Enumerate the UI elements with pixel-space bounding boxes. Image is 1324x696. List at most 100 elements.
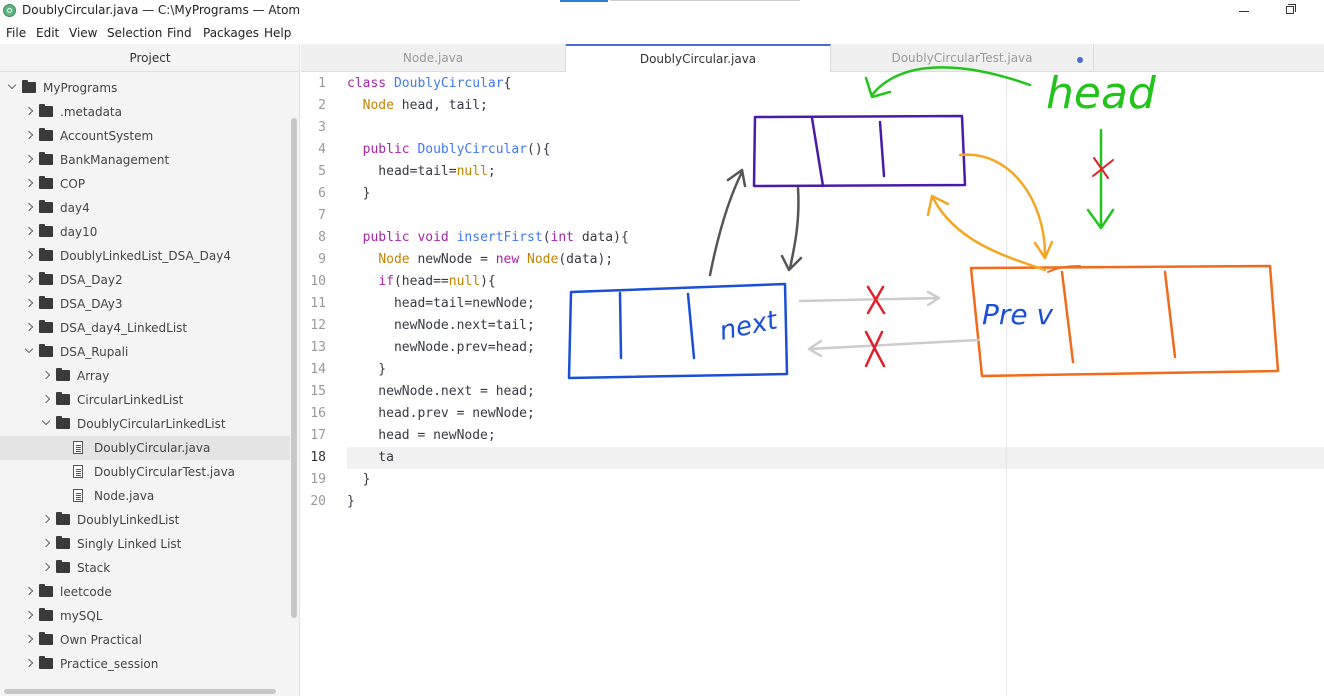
tree-folder-item[interactable]: DSA_day4_LinkedList (0, 316, 290, 340)
tree-folder-item[interactable]: day10 (0, 220, 290, 244)
code-editor[interactable]: 1 2 3 4 5 6 7 8 9 10 11 12 13 14 15 16 17 18 19 20 class Do… (301, 72, 1324, 696)
chevron-down-icon[interactable] (41, 416, 51, 426)
atom-logo-icon (3, 4, 16, 17)
code-line[interactable]: newNode.prev=head; (347, 337, 535, 359)
code-line[interactable]: head.prev = newNode; (347, 403, 535, 425)
tree-folder-item[interactable]: Practice_session (0, 652, 290, 676)
tree-folder-item[interactable]: MyPrograms (0, 76, 290, 100)
chevron-right-icon[interactable] (24, 298, 34, 308)
code-line[interactable]: head = newNode; (347, 425, 495, 447)
code-line[interactable]: newNode.next=tail; (347, 315, 535, 337)
chevron-right-icon[interactable] (24, 226, 34, 236)
minimize-button[interactable] (1229, 2, 1259, 20)
chevron-down-icon[interactable] (7, 80, 17, 90)
line-number: 19 (310, 472, 326, 487)
tree-folder-item[interactable]: mySQL (0, 604, 290, 628)
tree-folder-item[interactable]: DSA_Rupali (0, 340, 290, 364)
code-line[interactable]: if(head==null){ (347, 271, 495, 293)
code-line[interactable]: Node newNode = new Node(data); (347, 249, 613, 271)
code-line[interactable]: class DoublyCircular{ (347, 73, 511, 95)
menu-file[interactable]: File (6, 26, 26, 40)
folder-icon (56, 560, 70, 573)
tree-folder-item[interactable]: Own Practical (0, 628, 290, 652)
file-text-icon (73, 465, 83, 478)
menu-find[interactable]: Find (167, 26, 192, 40)
tab-node-java[interactable]: Node.java (301, 44, 566, 72)
line-number: 2 (318, 98, 326, 113)
code-line[interactable]: } (347, 469, 371, 491)
tree-folder-item[interactable]: leetcode (0, 580, 290, 604)
tree-item-label: Practice_session (60, 657, 159, 671)
tree-folder-item[interactable]: DoublyLinkedList_DSA_Day4 (0, 244, 290, 268)
chevron-right-icon[interactable] (24, 250, 34, 260)
code-line[interactable]: newNode.next = head; (347, 381, 535, 403)
code-line[interactable]: } (347, 359, 386, 381)
tree-folder-item[interactable]: DSA_Day2 (0, 268, 290, 292)
tree-file-item[interactable]: Node.java (0, 484, 290, 508)
chevron-right-icon[interactable] (24, 634, 34, 644)
chevron-right-icon[interactable] (41, 562, 51, 572)
chevron-right-icon[interactable] (24, 610, 34, 620)
tree-folder-item[interactable]: Array (0, 364, 290, 388)
folder-icon (39, 152, 53, 165)
line-number: 4 (318, 142, 326, 157)
tree-folder-item[interactable]: CircularLinkedList (0, 388, 290, 412)
sidebar-horizontal-scrollbar[interactable] (4, 689, 276, 694)
tree-folder-item[interactable]: DoublyCircularLinkedList (0, 412, 290, 436)
folder-icon (39, 632, 53, 645)
chevron-right-icon[interactable] (24, 658, 34, 668)
chevron-right-icon[interactable] (24, 106, 34, 116)
code-line[interactable]: Node head, tail; (347, 95, 488, 117)
tree-folder-item[interactable]: day4 (0, 196, 290, 220)
chevron-right-icon[interactable] (41, 514, 51, 524)
tree-item-label: DoublyLinkedList (77, 513, 180, 527)
tree-folder-item[interactable]: Singly Linked List (0, 532, 290, 556)
chevron-right-icon[interactable] (24, 154, 34, 164)
tree-folder-item[interactable]: AccountSystem (0, 124, 290, 148)
code-line[interactable]: public void insertFirst(int data){ (347, 227, 629, 249)
folder-icon (56, 416, 70, 429)
chevron-right-icon[interactable] (24, 322, 34, 332)
chevron-right-icon[interactable] (24, 202, 34, 212)
menu-help[interactable]: Help (264, 26, 291, 40)
code-line[interactable]: ta (347, 447, 394, 469)
menu-view[interactable]: View (69, 26, 97, 40)
tree-folder-item[interactable]: COP (0, 172, 290, 196)
chevron-right-icon[interactable] (24, 274, 34, 284)
line-number: 12 (310, 318, 326, 333)
menu-packages[interactable]: Packages (203, 26, 259, 40)
line-number: 17 (310, 428, 326, 443)
chevron-right-icon[interactable] (24, 130, 34, 140)
code-line[interactable]: public DoublyCircular(){ (347, 139, 551, 161)
tree-folder-item[interactable]: DoublyLinkedList (0, 508, 290, 532)
chevron-down-icon[interactable] (24, 344, 34, 354)
code-line[interactable]: head=tail=newNode; (347, 293, 535, 315)
tree-folder-item[interactable]: Stack (0, 556, 290, 580)
code-line[interactable]: } (347, 491, 355, 513)
tab-bar: Node.java DoublyCircular.java DoublyCirc… (301, 44, 1324, 73)
folder-icon (39, 344, 53, 357)
line-number: 8 (318, 230, 326, 245)
chevron-right-icon[interactable] (41, 538, 51, 548)
chevron-right-icon[interactable] (24, 178, 34, 188)
code-line[interactable]: head=tail=null; (347, 161, 495, 183)
tab-doublycirculartest-java[interactable]: DoublyCircularTest.java (831, 44, 1094, 72)
code-line[interactable]: } (347, 183, 371, 205)
tree-file-item[interactable]: DoublyCircular.java (0, 436, 290, 460)
sidebar-vertical-scrollbar[interactable] (291, 118, 297, 618)
tree-folder-item[interactable]: DSA_DAy3 (0, 292, 290, 316)
menu-edit[interactable]: Edit (36, 26, 59, 40)
tree-item-label: Own Practical (60, 633, 142, 647)
tab-doublycircular-java[interactable]: DoublyCircular.java (566, 44, 1083, 73)
folder-icon (39, 224, 53, 237)
chevron-right-icon[interactable] (24, 586, 34, 596)
chevron-right-icon[interactable] (41, 394, 51, 404)
chevron-right-icon[interactable] (41, 370, 51, 380)
line-number: 14 (310, 362, 326, 377)
menu-selection[interactable]: Selection (107, 26, 162, 40)
restore-button[interactable] (1275, 2, 1305, 20)
line-number: 20 (310, 494, 326, 509)
tree-folder-item[interactable]: BankManagement (0, 148, 290, 172)
tree-folder-item[interactable]: .metadata (0, 100, 290, 124)
tree-file-item[interactable]: DoublyCircularTest.java (0, 460, 290, 484)
